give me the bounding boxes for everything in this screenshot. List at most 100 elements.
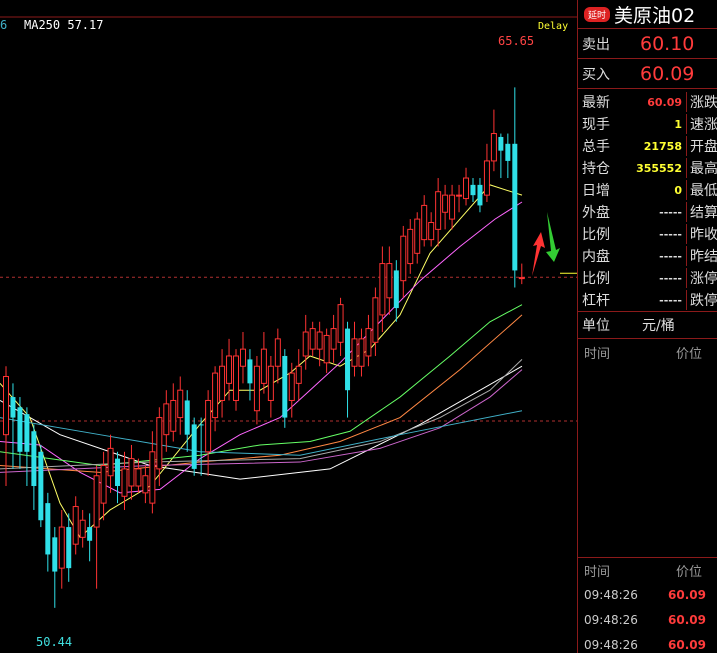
tick-price: 60.09 <box>668 587 706 602</box>
tick-time: 09:48:26 <box>584 587 638 602</box>
stat-label: 持仓 <box>582 161 610 177</box>
candle-body-up <box>128 458 135 487</box>
candle-body-down <box>505 143 511 161</box>
unit-value: 元/桶 <box>642 318 675 334</box>
candle-body-up <box>219 365 226 401</box>
candlestick-chart[interactable]: 6 MA250 57.17 Delay 65.65 50.44 <box>0 0 577 653</box>
stat-value: ----- <box>659 271 682 285</box>
candle-body-up <box>421 204 428 241</box>
stat-label: 比例 <box>582 271 610 287</box>
candle-body-up <box>463 177 470 200</box>
stat-row: 日增 0 最低 <box>578 179 717 201</box>
stat-value: 0 <box>674 183 682 197</box>
chart-plot <box>0 16 577 608</box>
stat-value: ----- <box>659 205 682 219</box>
candle-body-up <box>407 228 414 265</box>
stat-row: 内盘 ----- 昨结 <box>578 245 717 267</box>
candle-body-down <box>10 397 16 418</box>
candle-body-down <box>512 143 518 271</box>
ticks-price-header: 价位 <box>676 564 703 580</box>
candle-body-down <box>345 328 351 391</box>
ticks-header: 时间 价位 <box>578 558 717 582</box>
stat-right-label: 昨收 <box>686 224 717 244</box>
low-price-label: 50.44 <box>36 635 73 649</box>
candle-body-down <box>24 414 30 452</box>
candle-body-down <box>115 458 121 487</box>
candle-body-up <box>79 519 86 538</box>
candle-body-down <box>247 359 253 384</box>
stat-right-label: 昨结 <box>686 246 717 266</box>
candle-body-down <box>498 136 504 151</box>
candle-body-up <box>316 331 323 350</box>
stat-right-label: 最高 <box>686 158 717 178</box>
high-price-label: 65.65 <box>498 34 535 48</box>
candle-body-up <box>372 297 379 343</box>
candle-body-down <box>191 424 197 469</box>
detail-area[interactable] <box>578 365 717 558</box>
detail-price-header: 价位 <box>676 346 703 362</box>
stat-label: 比例 <box>582 227 610 243</box>
stat-row: 最新 60.09 涨跌 <box>578 91 717 113</box>
stat-right-label: 结算 <box>686 202 717 222</box>
tick-time: 09:48:26 <box>584 612 638 627</box>
candle-body-up <box>365 328 372 357</box>
candle-body-up <box>379 263 386 316</box>
candle-body-down <box>17 407 23 452</box>
delay-tag: 延时 <box>584 6 611 22</box>
candle-body-up <box>442 194 449 213</box>
candle-body-down <box>66 527 72 569</box>
candle-body-up <box>414 218 421 254</box>
candle-body-down <box>198 424 204 426</box>
candle-body-up <box>295 365 302 384</box>
tick-row[interactable]: 09:48:26 60.09 <box>578 632 717 653</box>
candle-body-up <box>177 389 184 419</box>
stat-label: 杠杆 <box>582 293 610 309</box>
instrument-title[interactable]: 美原油02 <box>614 1 695 28</box>
tick-row[interactable]: 09:48:26 60.09 <box>578 582 717 607</box>
left-tick-label: 6 <box>0 18 8 32</box>
stat-label: 最新 <box>582 95 610 111</box>
candle-body-up <box>456 194 463 197</box>
stat-value: ----- <box>659 249 682 263</box>
candle-body-up <box>72 506 79 545</box>
candle-body-up <box>156 417 163 470</box>
buy-price: 60.09 <box>640 62 695 85</box>
candle-body-down <box>52 537 58 572</box>
sell-quote[interactable]: 卖出 60.10 <box>578 29 717 59</box>
candle-body-up <box>135 468 142 487</box>
candle-body-up <box>302 331 309 357</box>
candle-body-up <box>518 277 525 280</box>
candle-body-up <box>212 372 219 419</box>
stat-row: 比例 ----- 昨收 <box>578 223 717 245</box>
candle-body-down <box>393 270 399 309</box>
unit-row: 单位 元/桶 <box>578 311 717 339</box>
stat-row: 杠杆 ----- 跌停 <box>578 289 717 311</box>
candle-body-up <box>58 526 65 569</box>
candle-body-up <box>351 338 358 367</box>
candle-body-up <box>226 355 233 384</box>
stat-value: 60.09 <box>647 95 682 109</box>
candle-body-up <box>428 222 435 241</box>
candle-body-up <box>449 194 456 220</box>
stat-row: 现手 1 速涨 <box>578 113 717 135</box>
stat-right-label: 开盘 <box>686 136 717 156</box>
candle-body-up <box>309 328 316 350</box>
buy-quote[interactable]: 买入 60.09 <box>578 59 717 89</box>
detail-header: 时间 价位 <box>578 339 717 365</box>
tick-row[interactable]: 09:48:26 60.09 <box>578 607 717 632</box>
candle-body-down <box>31 431 37 487</box>
tick-list[interactable]: 09:48:2660.0909:48:2660.0909:48:2660.090… <box>578 582 717 653</box>
stat-value: 1 <box>674 117 682 131</box>
candle-body-up <box>149 451 156 504</box>
candle-body-up <box>163 403 170 436</box>
candle-body-up <box>205 399 212 453</box>
stat-row: 持仓 355552 最高 <box>578 157 717 179</box>
candle-body-down <box>87 527 93 541</box>
candle-body-up <box>100 464 107 504</box>
stat-value: ----- <box>659 293 682 307</box>
stat-row: 外盘 ----- 结算 <box>578 201 717 223</box>
stat-value: ----- <box>659 227 682 241</box>
tick-price: 60.09 <box>668 637 706 652</box>
moving-average-line <box>0 410 523 456</box>
stat-label: 外盘 <box>582 205 610 221</box>
